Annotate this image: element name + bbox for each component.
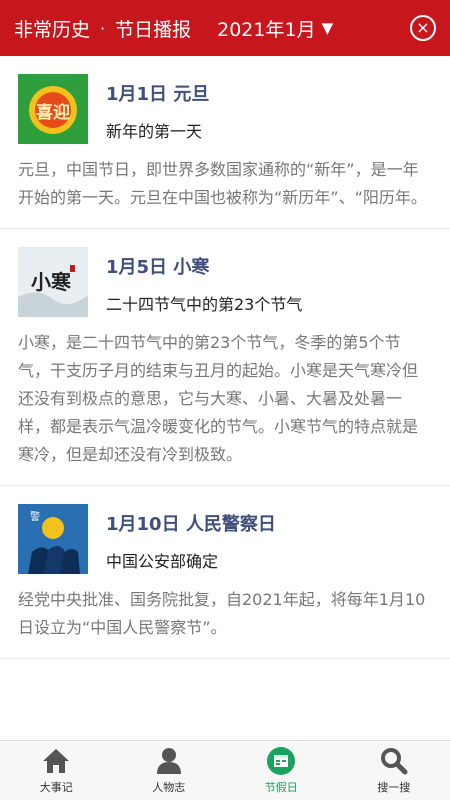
app-title: 非常历史 [14,18,91,41]
list-item[interactable]: 警 1月10日 人民警察日 中国公安部确定 经党中央批准、国务院批复，自2021… [0,486,450,659]
tab-events[interactable]: 大事记 [0,741,113,800]
tab-label: 搜一搜 [377,781,411,794]
title-separator: · [100,18,106,38]
thumb-text: 警 [30,510,40,523]
list-item[interactable]: 喜迎 1月1日 元旦 新年的第一天 元旦，中国节日，即世界多数国家通称的“新年”… [0,56,450,229]
festival-subtitle: 新年的第一天 [106,122,203,141]
tab-label: 节假日 [264,781,298,794]
tab-label: 大事记 [39,781,73,794]
festival-subtitle: 中国公安部确定 [106,552,219,571]
festival-subtitle: 二十四节气中的第23个节气 [106,295,303,314]
dropdown-caret-icon: ▼ [321,19,334,37]
tab-people[interactable]: 人物志 [113,741,226,800]
festival-title: 1月5日 小寒 [106,257,210,278]
festival-description: 经党中央批准、国务院批复，自2021年起，将每年1月10日设立为“中国人民警察节… [18,590,426,637]
tab-label: 人物志 [152,781,186,794]
festival-list: 喜迎 1月1日 元旦 新年的第一天 元旦，中国节日，即世界多数国家通称的“新年”… [0,56,450,740]
police-image: 警 [18,504,88,574]
festival-title: 1月1日 元旦 [106,84,210,105]
home-icon [41,746,71,776]
month-selector[interactable]: 2021年1月 ▼ [217,15,333,42]
list-item[interactable]: 小寒 1月5日 小寒 二十四节气中的第23个节气 小寒，是二十四节气中的第23个… [0,229,450,486]
search-icon [379,746,409,776]
calendar-icon [266,746,296,776]
tab-search[interactable]: 搜一搜 [338,741,450,800]
person-icon [154,746,184,776]
thumb-text: 小寒 [31,270,72,294]
calligraphy-image: 小寒 [18,247,88,317]
app-header: 非常历史 · 节日播报 2021年1月 ▼ × [0,0,450,56]
month-label: 2021年1月 [217,18,316,41]
section-title: 节日播报 [115,18,192,41]
thumb-text: 喜迎 [36,102,70,123]
new-year-image: 喜迎 [18,74,88,144]
festival-description: 元旦，中国节日，即世界多数国家通称的“新年”，是一年开始的第一天。元旦在中国也被… [18,160,427,207]
festival-title: 1月10日 人民警察日 [106,514,276,535]
festival-description: 小寒，是二十四节气中的第23个节气，冬季的第5个节气，干支历子月的结束与丑月的起… [18,333,419,464]
bottom-tab-bar: 大事记 人物志 节假日 搜一搜 [0,740,450,800]
close-icon[interactable]: × [410,15,436,41]
tab-holidays[interactable]: 节假日 [225,741,338,800]
